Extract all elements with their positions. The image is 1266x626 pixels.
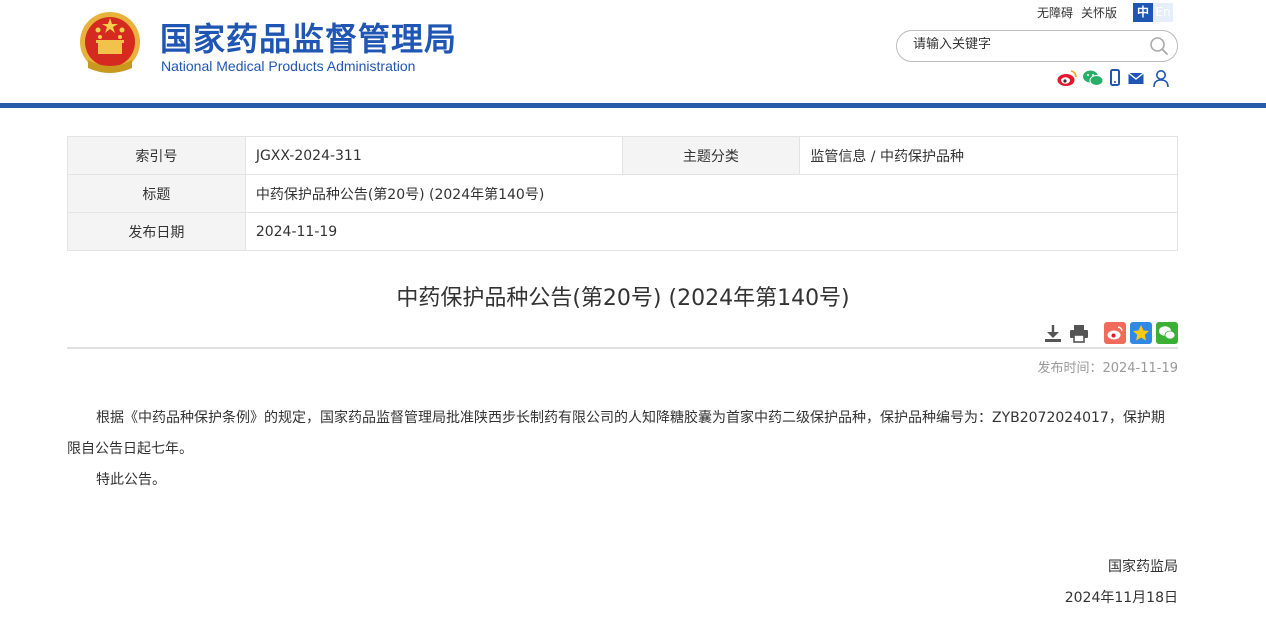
article-paragraph: 特此公告。 [96,472,166,488]
info-table: 索引号 JGXX-2024-311 主题分类 监管信息 / 中药保护品种 标题 … [67,136,1179,251]
site-title[interactable]: 国家药品监督管理局 [160,14,457,60]
table-row: 标题 中药保护品种公告(第20号) (2024年第140号) [67,174,1179,213]
site-subtitle[interactable]: National Medical Products Administration [161,58,415,74]
header-divider-bar [0,103,1266,108]
article-signature: 国家药监局 2024年11月18日 [1065,552,1178,614]
title-label: 标题 [67,174,246,213]
article-title: 中药保护品种公告(第20号) (2024年第140号) [396,286,850,311]
mail-icon[interactable] [1127,68,1145,88]
date-label: 发布日期 [67,212,246,251]
top-links: 无障碍 关怀版 [1037,4,1125,21]
search-input[interactable] [913,37,1133,52]
share-wechat-icon[interactable] [1156,322,1178,344]
index-value: JGXX-2024-311 [244,136,623,175]
elderly-mode-link[interactable]: 关怀版 [1081,6,1117,20]
publish-time: 发布时间：2024-11-19 [1037,361,1178,376]
category-value: 监管信息 / 中药保护品种 [799,136,1178,175]
national-emblem-icon[interactable] [78,8,142,76]
article-paragraph: 根据《中药品种保护条例》的规定，国家药品监督管理局批准陕西步长制药有限公司的人知… [67,410,1165,457]
date-value: 2024-11-19 [244,212,1179,251]
lang-zh-button[interactable]: 中 [1133,3,1153,22]
mobile-icon[interactable] [1108,68,1122,88]
weibo-icon[interactable] [1056,68,1078,88]
accessibility-link[interactable]: 无障碍 [1037,6,1073,20]
article-body: 根据《中药品种保护条例》的规定，国家药品监督管理局批准陕西步长制药有限公司的人知… [67,403,1178,496]
print-icon[interactable] [1068,322,1090,344]
site-header: 国家药品监督管理局 National Medical Products Admi… [0,0,1266,103]
download-icon[interactable] [1042,322,1064,344]
signature-date: 2024年11月18日 [1064,590,1178,606]
index-label: 索引号 [67,136,246,175]
category-label: 主题分类 [621,136,801,175]
table-row: 索引号 JGXX-2024-311 主题分类 监管信息 / 中药保护品种 [67,136,1178,175]
share-weibo-icon[interactable] [1104,322,1126,344]
search-box [896,30,1178,62]
signature-org: 国家药监局 [1108,559,1178,575]
article-divider [67,347,1178,349]
user-icon[interactable] [1151,68,1171,88]
lang-en-button[interactable]: En [1153,3,1173,22]
table-row: 发布日期 2024-11-19 [67,212,1179,251]
share-qzone-icon[interactable] [1130,322,1152,344]
search-icon[interactable] [1149,36,1169,56]
title-value: 中药保护品种公告(第20号) (2024年第140号) [244,174,1179,213]
wechat-icon[interactable] [1082,68,1104,88]
